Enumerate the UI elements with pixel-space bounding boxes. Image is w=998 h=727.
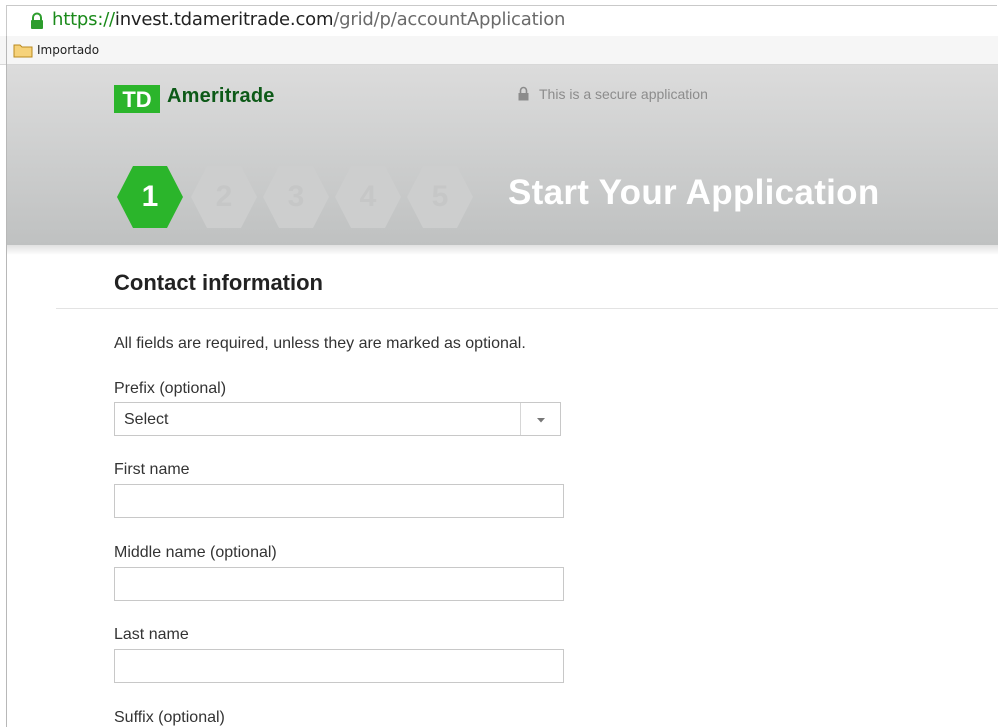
step-3-number: 3 [287, 180, 305, 213]
section-title: Contact information [114, 270, 323, 295]
url-scheme: https:// [52, 9, 115, 30]
required-fields-note: All fields are required, unless they are… [114, 335, 526, 352]
bookmark-folder-importado[interactable]: Importado [37, 43, 99, 57]
browser-address-bar: https://invest.tdameritrade.com/grid/p/a… [0, 0, 998, 37]
url-path: /grid/p/accountApplication [333, 9, 566, 30]
step-5-number: 5 [431, 180, 449, 213]
select-separator [520, 403, 521, 435]
secure-text: This is a secure application [539, 86, 708, 102]
middle-name-field[interactable] [114, 567, 564, 601]
last-name-label: Last name [114, 626, 189, 643]
folder-icon [13, 44, 33, 58]
header-shadow [7, 245, 998, 255]
screen: https://invest.tdameritrade.com/grid/p/a… [0, 0, 998, 727]
chevron-down-icon[interactable] [536, 417, 546, 423]
suffix-label: Suffix (optional) [114, 709, 225, 726]
step-4: 4 [334, 164, 402, 230]
step-3: 3 [262, 164, 330, 230]
url-text[interactable]: https://invest.tdameritrade.com/grid/p/a… [52, 9, 565, 31]
brand-name: Ameritrade [167, 85, 275, 107]
logo-text: TD [122, 87, 151, 112]
step-1: 1 [116, 164, 184, 230]
prefix-select[interactable]: Select [114, 402, 561, 436]
step-2-number: 2 [215, 180, 233, 213]
bookmarks-bar: Importado [0, 36, 998, 65]
secure-lock-icon [518, 86, 529, 101]
middle-name-label: Middle name (optional) [114, 544, 277, 561]
section-divider [56, 308, 998, 309]
page-title: Start Your Application [508, 173, 880, 212]
last-name-field[interactable] [114, 649, 564, 683]
prefix-selected-value: Select [124, 411, 169, 428]
first-name-field[interactable] [114, 484, 564, 518]
lock-icon [31, 12, 43, 29]
step-1-number: 1 [141, 180, 159, 213]
td-logo[interactable]: TD [114, 85, 160, 113]
first-name-label: First name [114, 461, 190, 478]
step-5: 5 [406, 164, 474, 230]
prefix-label: Prefix (optional) [114, 380, 227, 397]
step-2: 2 [190, 164, 258, 230]
url-host: invest.tdameritrade.com [114, 9, 334, 30]
step-4-number: 4 [359, 180, 377, 213]
